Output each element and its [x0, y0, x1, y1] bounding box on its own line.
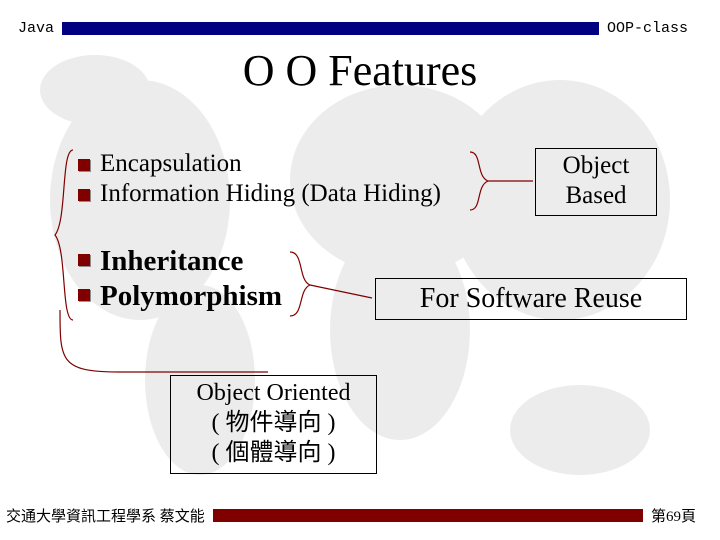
bullet-label: Information Hiding (Data Hiding) [100, 180, 441, 208]
object-based-box: Object Based [535, 148, 657, 216]
bullet-label: Encapsulation [100, 150, 242, 178]
footer-rule [213, 509, 643, 522]
bullet-label: Inheritance [100, 245, 243, 278]
object-oriented-line1: Object Oriented [171, 378, 376, 408]
software-reuse-label: For Software Reuse [420, 283, 642, 314]
bullet-icon [78, 254, 90, 266]
bullet-inheritance: Inheritance [78, 245, 243, 278]
object-oriented-line2: ( 物件導向 ) [171, 408, 376, 438]
brace-object-based-icon [470, 150, 535, 212]
object-oriented-box: Object Oriented ( 物件導向 ) ( 個體導向 ) [170, 375, 377, 474]
bullet-information-hiding: Information Hiding (Data Hiding) [78, 180, 441, 208]
header-rule [62, 22, 599, 35]
slide-title: O O Features [0, 45, 720, 96]
bullet-encapsulation: Encapsulation [78, 150, 242, 178]
bullet-icon [78, 159, 90, 171]
bullet-label: Polymorphism [100, 280, 282, 313]
object-based-line1: Object [536, 151, 656, 181]
brace-left-icon [55, 150, 75, 320]
page-number: 第69頁 [651, 505, 696, 526]
brace-software-reuse-icon [290, 250, 375, 320]
object-based-line2: Based [536, 181, 656, 211]
footer-bar: 交通大學資訊工程學系 蔡文能 第69頁 [6, 505, 696, 526]
header-right: OOP-class [607, 20, 688, 37]
footer-left: 交通大學資訊工程學系 蔡文能 [6, 505, 205, 526]
header-bar: Java OOP-class [18, 20, 688, 37]
bullet-polymorphism: Polymorphism [78, 280, 282, 313]
bullet-icon [78, 289, 90, 301]
bullet-icon [78, 189, 90, 201]
header-left: Java [18, 20, 54, 37]
software-reuse-box: For Software Reuse [375, 278, 687, 320]
object-oriented-line3: ( 個體導向 ) [171, 438, 376, 468]
